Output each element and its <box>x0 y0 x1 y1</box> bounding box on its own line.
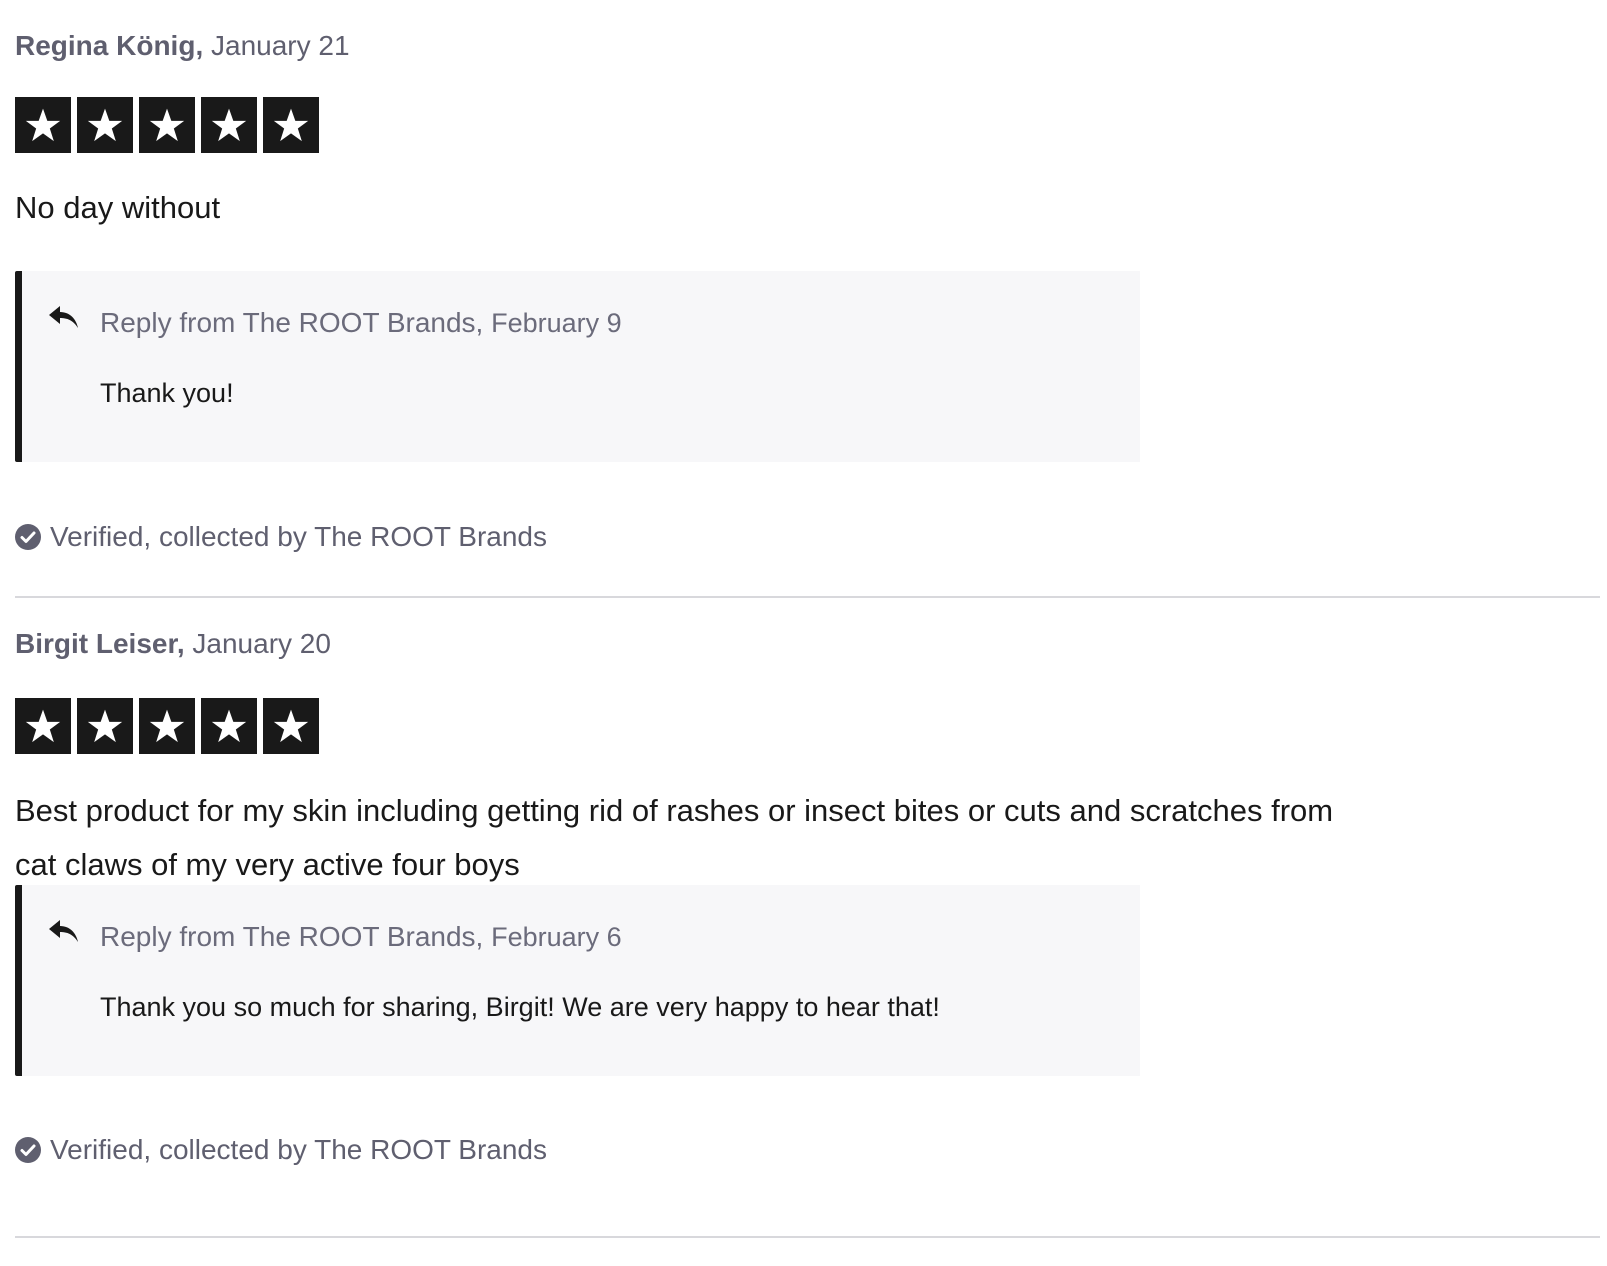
review-text: Best product for my skin including getti… <box>15 793 1334 882</box>
star-icon <box>15 97 71 153</box>
reviewer-name[interactable]: Regina König, <box>15 30 203 61</box>
review-header: Regina König, January 21 <box>15 28 350 64</box>
reply-author: Reply from The ROOT Brands, <box>100 921 484 952</box>
verified-label[interactable]: Verified, collected by The ROOT Brands <box>15 1134 547 1166</box>
reply-arrow-icon <box>49 920 78 942</box>
reply-header: Reply from The ROOT Brands, February 6 <box>100 919 622 955</box>
star-rating <box>15 97 319 153</box>
star-icon <box>263 97 319 153</box>
reviewer-name[interactable]: Birgit Leiser, <box>15 628 185 659</box>
star-icon <box>263 698 319 754</box>
review-date: January 21 <box>211 30 350 61</box>
reply-text: Thank you so much for sharing, Birgit! W… <box>100 992 940 1022</box>
company-reply: Reply from The ROOT Brands, February 6 T… <box>15 885 1140 1076</box>
star-icon <box>77 97 133 153</box>
reply-date: February 6 <box>491 922 622 952</box>
verified-text: Verified, collected by The ROOT Brands <box>50 1134 547 1165</box>
check-circle-icon <box>15 524 41 550</box>
review-header: Birgit Leiser, January 20 <box>15 626 331 662</box>
review-card: Birgit Leiser, January 20 Best product f… <box>15 598 1600 1238</box>
check-circle-icon <box>15 1137 41 1163</box>
star-icon <box>15 698 71 754</box>
company-reply: Reply from The ROOT Brands, February 9 T… <box>15 271 1140 462</box>
star-icon <box>201 97 257 153</box>
reply-author: Reply from The ROOT Brands, <box>100 307 484 338</box>
star-rating <box>15 698 319 754</box>
review-date: January 20 <box>192 628 331 659</box>
review-list: Regina König, January 21 No day without … <box>15 0 1600 1238</box>
reply-date: February 9 <box>491 308 622 338</box>
star-icon <box>139 698 195 754</box>
review-card: Regina König, January 21 No day without … <box>15 0 1600 598</box>
reply-arrow-icon <box>49 306 78 328</box>
reply-header: Reply from The ROOT Brands, February 9 <box>100 305 622 341</box>
star-icon <box>139 97 195 153</box>
reply-text: Thank you! <box>100 378 234 408</box>
review-text: No day without <box>15 190 221 225</box>
verified-text: Verified, collected by The ROOT Brands <box>50 521 547 552</box>
star-icon <box>201 698 257 754</box>
star-icon <box>77 698 133 754</box>
verified-label[interactable]: Verified, collected by The ROOT Brands <box>15 521 547 553</box>
